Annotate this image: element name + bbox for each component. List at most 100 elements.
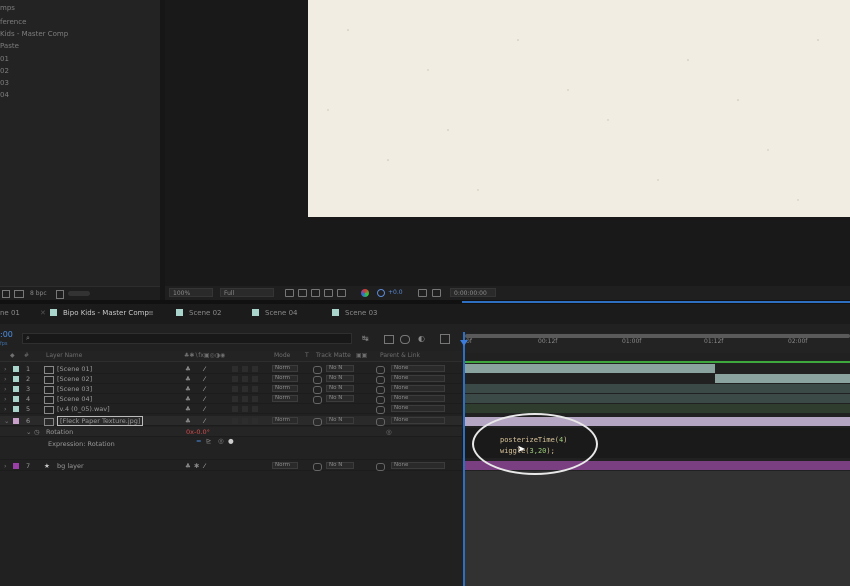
switch-box[interactable]: [232, 418, 238, 424]
expression-graph-icon[interactable]: ⊵: [206, 437, 211, 445]
show-snapshot-icon[interactable]: [432, 289, 441, 297]
matte-link-icon[interactable]: [313, 396, 322, 404]
current-time-field[interactable]: 0:00:00:00: [450, 288, 496, 297]
project-item[interactable]: Kids - Master Comp: [0, 30, 68, 38]
bit-depth-label[interactable]: 8 bpc: [30, 290, 47, 297]
layer-bar-audio[interactable]: [465, 404, 850, 413]
shy-switch-icon[interactable]: ♣: [185, 405, 191, 413]
expression-menu-icon[interactable]: ●: [228, 437, 234, 445]
layer-name[interactable]: [Fleck Paper Texture.jpg]: [57, 416, 144, 426]
shy-switch-icon[interactable]: ♣: [185, 385, 191, 393]
quality-switch-icon[interactable]: ⁄: [204, 395, 205, 403]
snapshot-camera-icon[interactable]: [418, 289, 427, 297]
parent-pickwhip-icon[interactable]: [376, 418, 385, 426]
switch-box[interactable]: [242, 418, 248, 424]
switch-box[interactable]: [252, 366, 258, 372]
quality-switch-icon[interactable]: ⁄: [204, 462, 205, 470]
quality-switch-icon[interactable]: ⁄: [204, 405, 205, 413]
expand-chevron-icon[interactable]: ›: [4, 462, 7, 470]
track-matte-dropdown[interactable]: No N: [326, 385, 354, 392]
mode-dropdown[interactable]: Norm: [272, 375, 298, 382]
switch-box[interactable]: [242, 396, 248, 402]
shy-switch-icon[interactable]: ♣: [185, 395, 191, 403]
layer-search-input[interactable]: ⌕: [22, 333, 352, 344]
switch-box[interactable]: [252, 396, 258, 402]
transparency-grid-icon[interactable]: [298, 289, 307, 297]
interpret-footage-icon[interactable]: [2, 290, 10, 298]
track-matte-header[interactable]: Track Matte: [316, 352, 351, 359]
draft-3d-icon[interactable]: [384, 335, 394, 344]
parent-link-header[interactable]: Parent & Link: [380, 352, 420, 359]
close-tab-icon[interactable]: ✕: [40, 309, 46, 317]
track-matte-dropdown[interactable]: No N: [326, 395, 354, 402]
mode-dropdown[interactable]: Norm: [272, 385, 298, 392]
label-color-swatch[interactable]: [13, 396, 19, 402]
parent-pickwhip-icon[interactable]: [376, 386, 385, 394]
thumbnail-slider[interactable]: [68, 291, 90, 296]
shy-switch-icon[interactable]: ♣: [185, 462, 191, 470]
shy-switch-icon[interactable]: ♣: [185, 365, 191, 373]
expand-chevron-icon[interactable]: ›: [4, 395, 7, 403]
layer-row[interactable]: › 3 [Scene 03] ♣ ⁄ Norm No N None: [0, 384, 462, 394]
matte-link-icon[interactable]: [313, 418, 322, 426]
shy-switch-icon[interactable]: ♣: [185, 375, 191, 383]
timeline-empty-area[interactable]: [465, 471, 850, 586]
layer-row[interactable]: ⌄ 6 [Fleck Paper Texture.jpg] ♣ ⁄ Norm No N Non…: [0, 416, 462, 426]
layer-row[interactable]: › 5 [v.4 (0_05).wav] ♣ ⁄ None: [0, 404, 462, 414]
layer-name[interactable]: [Scene 03]: [57, 385, 92, 393]
switch-box[interactable]: [232, 386, 238, 392]
parent-pickwhip-icon[interactable]: [376, 376, 385, 384]
switch-box[interactable]: [252, 418, 258, 424]
tab-menu-icon[interactable]: ≡: [148, 309, 154, 317]
parent-dropdown[interactable]: None: [391, 385, 445, 392]
switch-box[interactable]: [242, 366, 248, 372]
layer-row-bg[interactable]: › 7 ★ bg layer ♣ ✱ ⁄ Norm No N None: [0, 461, 462, 471]
parent-dropdown[interactable]: None: [391, 365, 445, 372]
3d-view-icon[interactable]: [337, 289, 346, 297]
switch-box[interactable]: [232, 376, 238, 382]
tab-scene-02[interactable]: Scene 02: [176, 309, 221, 317]
parent-dropdown[interactable]: None: [391, 375, 445, 382]
label-color-swatch[interactable]: [13, 386, 19, 392]
track-matte-dropdown[interactable]: No N: [326, 365, 354, 372]
expand-chevron-icon[interactable]: ›: [4, 385, 7, 393]
layer-bar-scene-02[interactable]: [715, 374, 850, 383]
project-item[interactable]: Paste: [0, 42, 19, 50]
switches-header-icon[interactable]: ♣✱∖fx▣◎◑◉: [184, 352, 225, 359]
label-color-swatch[interactable]: [13, 418, 19, 424]
layer-name-header[interactable]: Layer Name: [46, 352, 82, 359]
layer-bar-scene-03[interactable]: [465, 384, 850, 393]
quality-switch-icon[interactable]: ⁄: [204, 365, 205, 373]
mode-dropdown[interactable]: Norm: [272, 365, 298, 372]
parent-dropdown[interactable]: None: [391, 395, 445, 402]
parent-pickwhip-icon[interactable]: [376, 406, 385, 414]
matte-link-icon[interactable]: [313, 386, 322, 394]
tab-scene-04[interactable]: Scene 04: [252, 309, 297, 317]
layer-name[interactable]: bg layer: [57, 462, 84, 470]
label-color-swatch[interactable]: [13, 366, 19, 372]
trash-icon[interactable]: [56, 290, 64, 299]
current-time-display[interactable]: :00: [0, 330, 13, 339]
project-item[interactable]: 03: [0, 79, 9, 87]
layer-row[interactable]: › 1 [Scene 01] ♣ ⁄ Norm No N None: [0, 364, 462, 374]
parent-dropdown[interactable]: None: [391, 405, 445, 412]
project-item[interactable]: 02: [0, 67, 9, 75]
parent-dropdown[interactable]: None: [391, 417, 445, 424]
exposure-value[interactable]: +0.0: [388, 289, 403, 296]
tab-scene-01[interactable]: ne 01: [0, 309, 20, 317]
mode-dropdown[interactable]: Norm: [272, 395, 298, 402]
layer-row[interactable]: › 2 [Scene 02] ♣ ⁄ Norm No N None: [0, 374, 462, 384]
rotation-value[interactable]: 0x-0.0°: [186, 428, 210, 436]
parent-dropdown[interactable]: None: [391, 462, 445, 469]
layer-name[interactable]: [v.4 (0_05).wav]: [57, 405, 110, 413]
guides-icon[interactable]: [324, 289, 333, 297]
quality-switch-icon[interactable]: ⁄: [204, 375, 205, 383]
mode-header[interactable]: Mode: [274, 352, 290, 359]
rotation-property-row[interactable]: ⌄ ◷ Rotation 0x-0.0° ◎: [0, 427, 462, 437]
new-folder-icon[interactable]: [14, 290, 24, 298]
work-area-bar[interactable]: [465, 361, 850, 363]
project-item[interactable]: 01: [0, 55, 9, 63]
tab-master-comp[interactable]: Bipo Kids - Master Comp: [50, 309, 149, 317]
label-color-swatch[interactable]: [13, 376, 19, 382]
quality-switch-icon[interactable]: ⁄: [204, 385, 205, 393]
